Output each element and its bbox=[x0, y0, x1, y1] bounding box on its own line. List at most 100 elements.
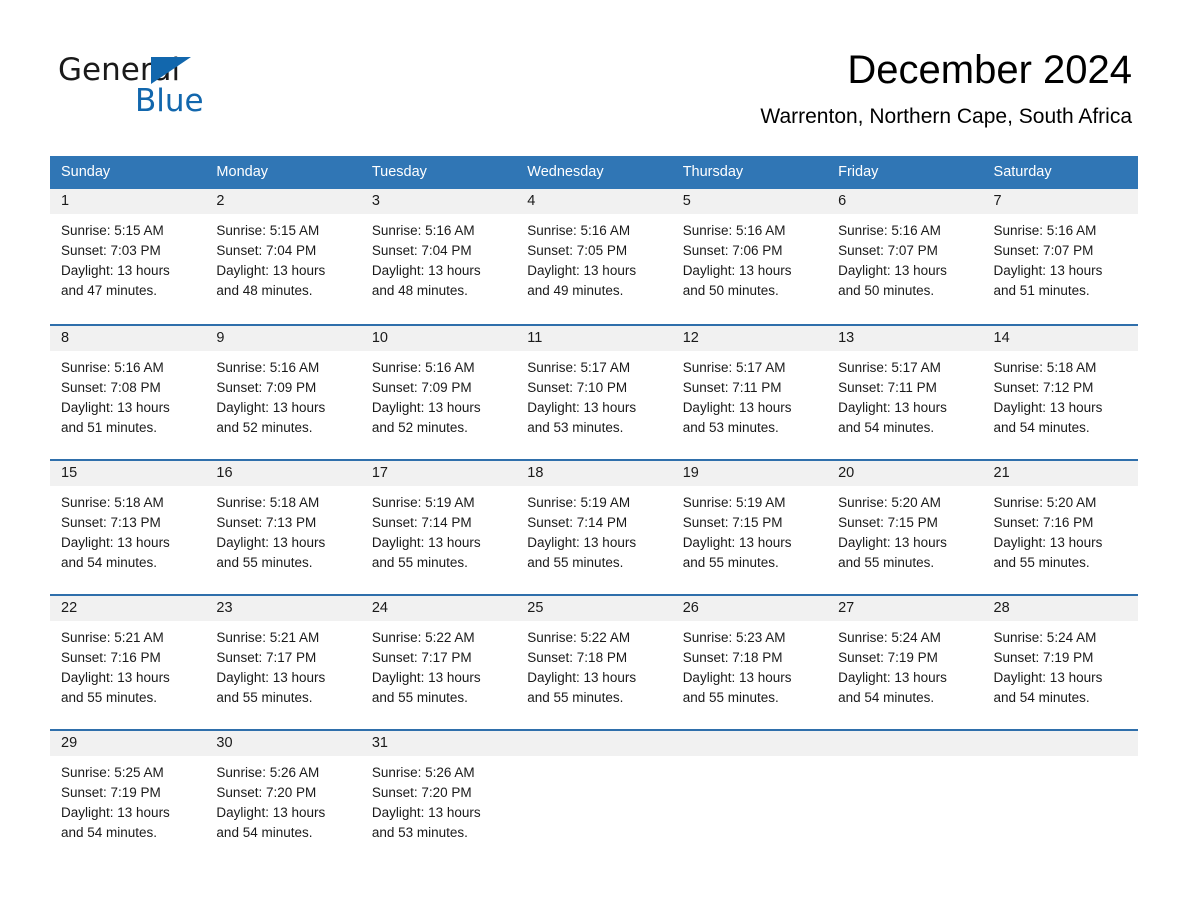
day-number: 18 bbox=[527, 465, 544, 481]
daylight-text-line1: Daylight: 13 hours bbox=[216, 400, 326, 415]
weekday-header-tuesday: Tuesday bbox=[371, 164, 427, 180]
day-cell[interactable]: 30 Sunrise: 5:26 AM Sunset: 7:20 PM Dayl… bbox=[205, 731, 361, 847]
day-number-band: 20 bbox=[827, 461, 983, 486]
day-cell[interactable]: 7 Sunrise: 5:16 AM Sunset: 7:07 PM Dayli… bbox=[982, 189, 1138, 324]
day-number-band: 29 bbox=[50, 731, 206, 756]
day-cell[interactable]: 29 Sunrise: 5:25 AM Sunset: 7:19 PM Dayl… bbox=[50, 731, 206, 847]
daylight-text-line1: Daylight: 13 hours bbox=[371, 400, 481, 415]
sunrise-text: Sunrise: 5:21 AM bbox=[216, 630, 320, 645]
day-cell[interactable]: 11 Sunrise: 5:17 AM Sunset: 7:10 PM Dayl… bbox=[516, 326, 672, 459]
day-info: Sunrise: 5:24 AM Sunset: 7:19 PM Dayligh… bbox=[983, 621, 1138, 708]
daylight-text-line1: Daylight: 13 hours bbox=[682, 535, 792, 550]
day-number: 11 bbox=[527, 330, 543, 346]
day-cell[interactable]: 14 Sunrise: 5:18 AM Sunset: 7:12 PM Dayl… bbox=[982, 326, 1138, 459]
day-cell[interactable]: 4 Sunrise: 5:16 AM Sunset: 7:05 PM Dayli… bbox=[516, 189, 672, 324]
daylight-text-line1: Daylight: 13 hours bbox=[838, 263, 947, 278]
weekday-header-row: Sunday Monday Tuesday Wednesday Thursday… bbox=[50, 156, 1138, 189]
day-cell[interactable]: 21 Sunrise: 5:20 AM Sunset: 7:16 PM Dayl… bbox=[982, 461, 1138, 594]
sunset-text: Sunset: 7:07 PM bbox=[993, 243, 1094, 258]
sunrise-text: Sunrise: 5:16 AM bbox=[216, 360, 320, 375]
day-cell-empty bbox=[671, 731, 828, 847]
sunset-text: Sunset: 7:10 PM bbox=[527, 380, 628, 395]
logo-text-blue: Blue bbox=[135, 83, 204, 119]
day-cell[interactable]: 19 Sunrise: 5:19 AM Sunset: 7:15 PM Dayl… bbox=[671, 461, 828, 594]
day-cell[interactable]: 13 Sunrise: 5:17 AM Sunset: 7:11 PM Dayl… bbox=[827, 326, 983, 459]
day-cell[interactable]: 16 Sunrise: 5:18 AM Sunset: 7:13 PM Dayl… bbox=[205, 461, 361, 594]
day-cell[interactable]: 28 Sunrise: 5:24 AM Sunset: 7:19 PM Dayl… bbox=[982, 596, 1138, 729]
daylight-text-line1: Daylight: 13 hours bbox=[993, 535, 1103, 550]
day-number-band: 3 bbox=[360, 189, 517, 214]
sunset-text: Sunset: 7:12 PM bbox=[993, 380, 1094, 395]
day-cell[interactable]: 6 Sunrise: 5:16 AM Sunset: 7:07 PM Dayli… bbox=[827, 189, 983, 324]
sunrise-text: Sunrise: 5:19 AM bbox=[527, 495, 631, 510]
day-cell[interactable]: 20 Sunrise: 5:20 AM Sunset: 7:15 PM Dayl… bbox=[827, 461, 983, 594]
generalblue-logo[interactable]: General Blue bbox=[58, 52, 288, 124]
sunset-text: Sunset: 7:19 PM bbox=[993, 650, 1094, 665]
daylight-text-line2: and 55 minutes. bbox=[682, 555, 779, 570]
sunset-text: Sunset: 7:03 PM bbox=[61, 243, 161, 258]
week-row: 29 Sunrise: 5:25 AM Sunset: 7:19 PM Dayl… bbox=[50, 729, 1138, 847]
sunrise-text: Sunrise: 5:15 AM bbox=[61, 223, 164, 238]
day-cell[interactable]: 22 Sunrise: 5:21 AM Sunset: 7:16 PM Dayl… bbox=[50, 596, 206, 729]
day-cell[interactable]: 10 Sunrise: 5:16 AM Sunset: 7:09 PM Dayl… bbox=[360, 326, 517, 459]
day-info: Sunrise: 5:26 AM Sunset: 7:20 PM Dayligh… bbox=[361, 756, 516, 843]
daylight-text-line2: and 48 minutes. bbox=[216, 283, 313, 298]
day-cell[interactable]: 5 Sunrise: 5:16 AM Sunset: 7:06 PM Dayli… bbox=[671, 189, 828, 324]
day-cell[interactable]: 17 Sunrise: 5:19 AM Sunset: 7:14 PM Dayl… bbox=[360, 461, 517, 594]
day-number-band: 2 bbox=[205, 189, 361, 214]
daylight-text-line2: and 55 minutes. bbox=[216, 690, 313, 705]
daylight-text-line2: and 51 minutes. bbox=[61, 420, 158, 435]
day-info: Sunrise: 5:18 AM Sunset: 7:13 PM Dayligh… bbox=[50, 486, 205, 573]
day-cell[interactable]: 24 Sunrise: 5:22 AM Sunset: 7:17 PM Dayl… bbox=[360, 596, 517, 729]
day-cell[interactable]: 25 Sunrise: 5:22 AM Sunset: 7:18 PM Dayl… bbox=[516, 596, 672, 729]
sunset-text: Sunset: 7:18 PM bbox=[527, 650, 628, 665]
daylight-text-line1: Daylight: 13 hours bbox=[216, 805, 326, 820]
day-cell[interactable]: 31 Sunrise: 5:26 AM Sunset: 7:20 PM Dayl… bbox=[360, 731, 517, 847]
day-number-band: 4 bbox=[516, 189, 672, 214]
daylight-text-line2: and 54 minutes. bbox=[993, 690, 1090, 705]
day-cell[interactable]: 9 Sunrise: 5:16 AM Sunset: 7:09 PM Dayli… bbox=[205, 326, 361, 459]
sunrise-text: Sunrise: 5:21 AM bbox=[61, 630, 164, 645]
day-cell[interactable]: 15 Sunrise: 5:18 AM Sunset: 7:13 PM Dayl… bbox=[50, 461, 206, 594]
sunrise-text: Sunrise: 5:22 AM bbox=[371, 630, 475, 645]
calendar-grid: Sunday Monday Tuesday Wednesday Thursday… bbox=[50, 156, 1138, 847]
day-info: Sunrise: 5:20 AM Sunset: 7:16 PM Dayligh… bbox=[983, 486, 1138, 573]
day-number-band: 26 bbox=[671, 596, 828, 621]
day-cell[interactable]: 26 Sunrise: 5:23 AM Sunset: 7:18 PM Dayl… bbox=[671, 596, 828, 729]
daylight-text-line1: Daylight: 13 hours bbox=[682, 263, 792, 278]
daylight-text-line2: and 52 minutes. bbox=[371, 420, 468, 435]
day-cell[interactable]: 12 Sunrise: 5:17 AM Sunset: 7:11 PM Dayl… bbox=[671, 326, 828, 459]
day-number-band: 24 bbox=[360, 596, 517, 621]
sunset-text: Sunset: 7:05 PM bbox=[527, 243, 628, 258]
daylight-text-line2: and 54 minutes. bbox=[61, 555, 158, 570]
day-number: 22 bbox=[61, 600, 78, 616]
sunrise-text: Sunrise: 5:20 AM bbox=[993, 495, 1097, 510]
daylight-text-line2: and 47 minutes. bbox=[61, 283, 158, 298]
day-number-band bbox=[516, 731, 672, 756]
day-number: 12 bbox=[682, 330, 699, 346]
day-number: 29 bbox=[61, 735, 78, 751]
day-info: Sunrise: 5:25 AM Sunset: 7:19 PM Dayligh… bbox=[50, 756, 205, 843]
day-number-band: 21 bbox=[982, 461, 1138, 486]
sunset-text: Sunset: 7:07 PM bbox=[838, 243, 938, 258]
sunset-text: Sunset: 7:16 PM bbox=[993, 515, 1094, 530]
sunrise-text: Sunrise: 5:24 AM bbox=[838, 630, 941, 645]
day-cell[interactable]: 18 Sunrise: 5:19 AM Sunset: 7:14 PM Dayl… bbox=[516, 461, 672, 594]
day-number: 30 bbox=[216, 735, 233, 751]
daylight-text-line2: and 53 minutes. bbox=[371, 825, 468, 840]
sunrise-text: Sunrise: 5:16 AM bbox=[838, 223, 941, 238]
day-info: Sunrise: 5:22 AM Sunset: 7:18 PM Dayligh… bbox=[516, 621, 671, 708]
daylight-text-line1: Daylight: 13 hours bbox=[527, 670, 637, 685]
day-cell[interactable]: 1 Sunrise: 5:15 AM Sunset: 7:03 PM Dayli… bbox=[50, 189, 206, 324]
sunrise-text: Sunrise: 5:16 AM bbox=[527, 223, 631, 238]
day-number-band: 27 bbox=[827, 596, 983, 621]
day-number-band: 14 bbox=[982, 326, 1138, 351]
day-cell[interactable]: 27 Sunrise: 5:24 AM Sunset: 7:19 PM Dayl… bbox=[827, 596, 983, 729]
day-cell[interactable]: 23 Sunrise: 5:21 AM Sunset: 7:17 PM Dayl… bbox=[205, 596, 361, 729]
daylight-text-line1: Daylight: 13 hours bbox=[371, 670, 481, 685]
day-number-band: 16 bbox=[205, 461, 361, 486]
day-cell[interactable]: 3 Sunrise: 5:16 AM Sunset: 7:04 PM Dayli… bbox=[360, 189, 517, 324]
day-cell[interactable]: 2 Sunrise: 5:15 AM Sunset: 7:04 PM Dayli… bbox=[205, 189, 361, 324]
day-cell[interactable]: 8 Sunrise: 5:16 AM Sunset: 7:08 PM Dayli… bbox=[50, 326, 206, 459]
day-number-band: 8 bbox=[50, 326, 206, 351]
